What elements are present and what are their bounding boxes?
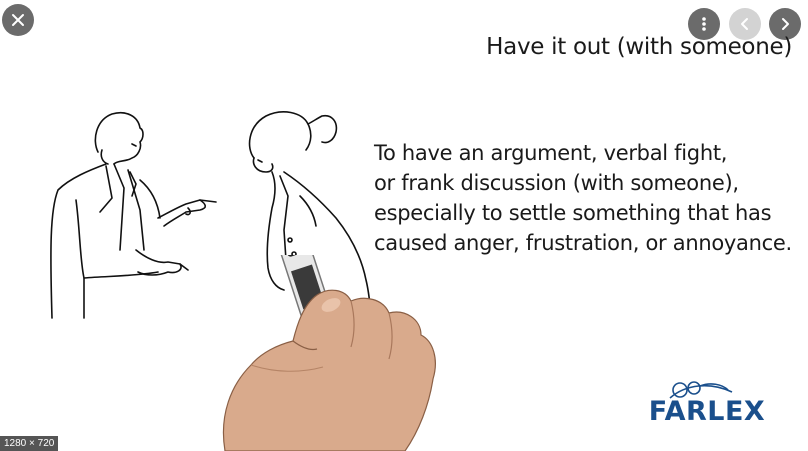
more-vert-icon	[702, 17, 706, 31]
close-button[interactable]	[2, 4, 34, 36]
farlex-logo: FARLEX	[640, 378, 774, 430]
chevron-left-icon	[741, 18, 748, 30]
farlex-logo-text: FARLEX	[648, 396, 766, 427]
slide-title: Have it out (with someone)	[486, 34, 792, 60]
definition-line: or frank discussion (with someone),	[374, 171, 739, 195]
definition-line: especially to settle something that has	[374, 201, 772, 225]
chevron-right-icon	[782, 18, 789, 30]
close-icon	[12, 14, 24, 26]
definition-text: To have an argument, verbal fight, or fr…	[374, 138, 804, 258]
definition-line: caused anger, frustration, or annoyance.	[374, 231, 792, 255]
image-viewer: Have it out (with someone) To have an ar…	[0, 0, 808, 451]
definition-line: To have an argument, verbal fight,	[374, 141, 728, 165]
image-dimensions-label: 1280 × 720	[0, 436, 59, 451]
hand-with-marker-image	[222, 255, 436, 451]
